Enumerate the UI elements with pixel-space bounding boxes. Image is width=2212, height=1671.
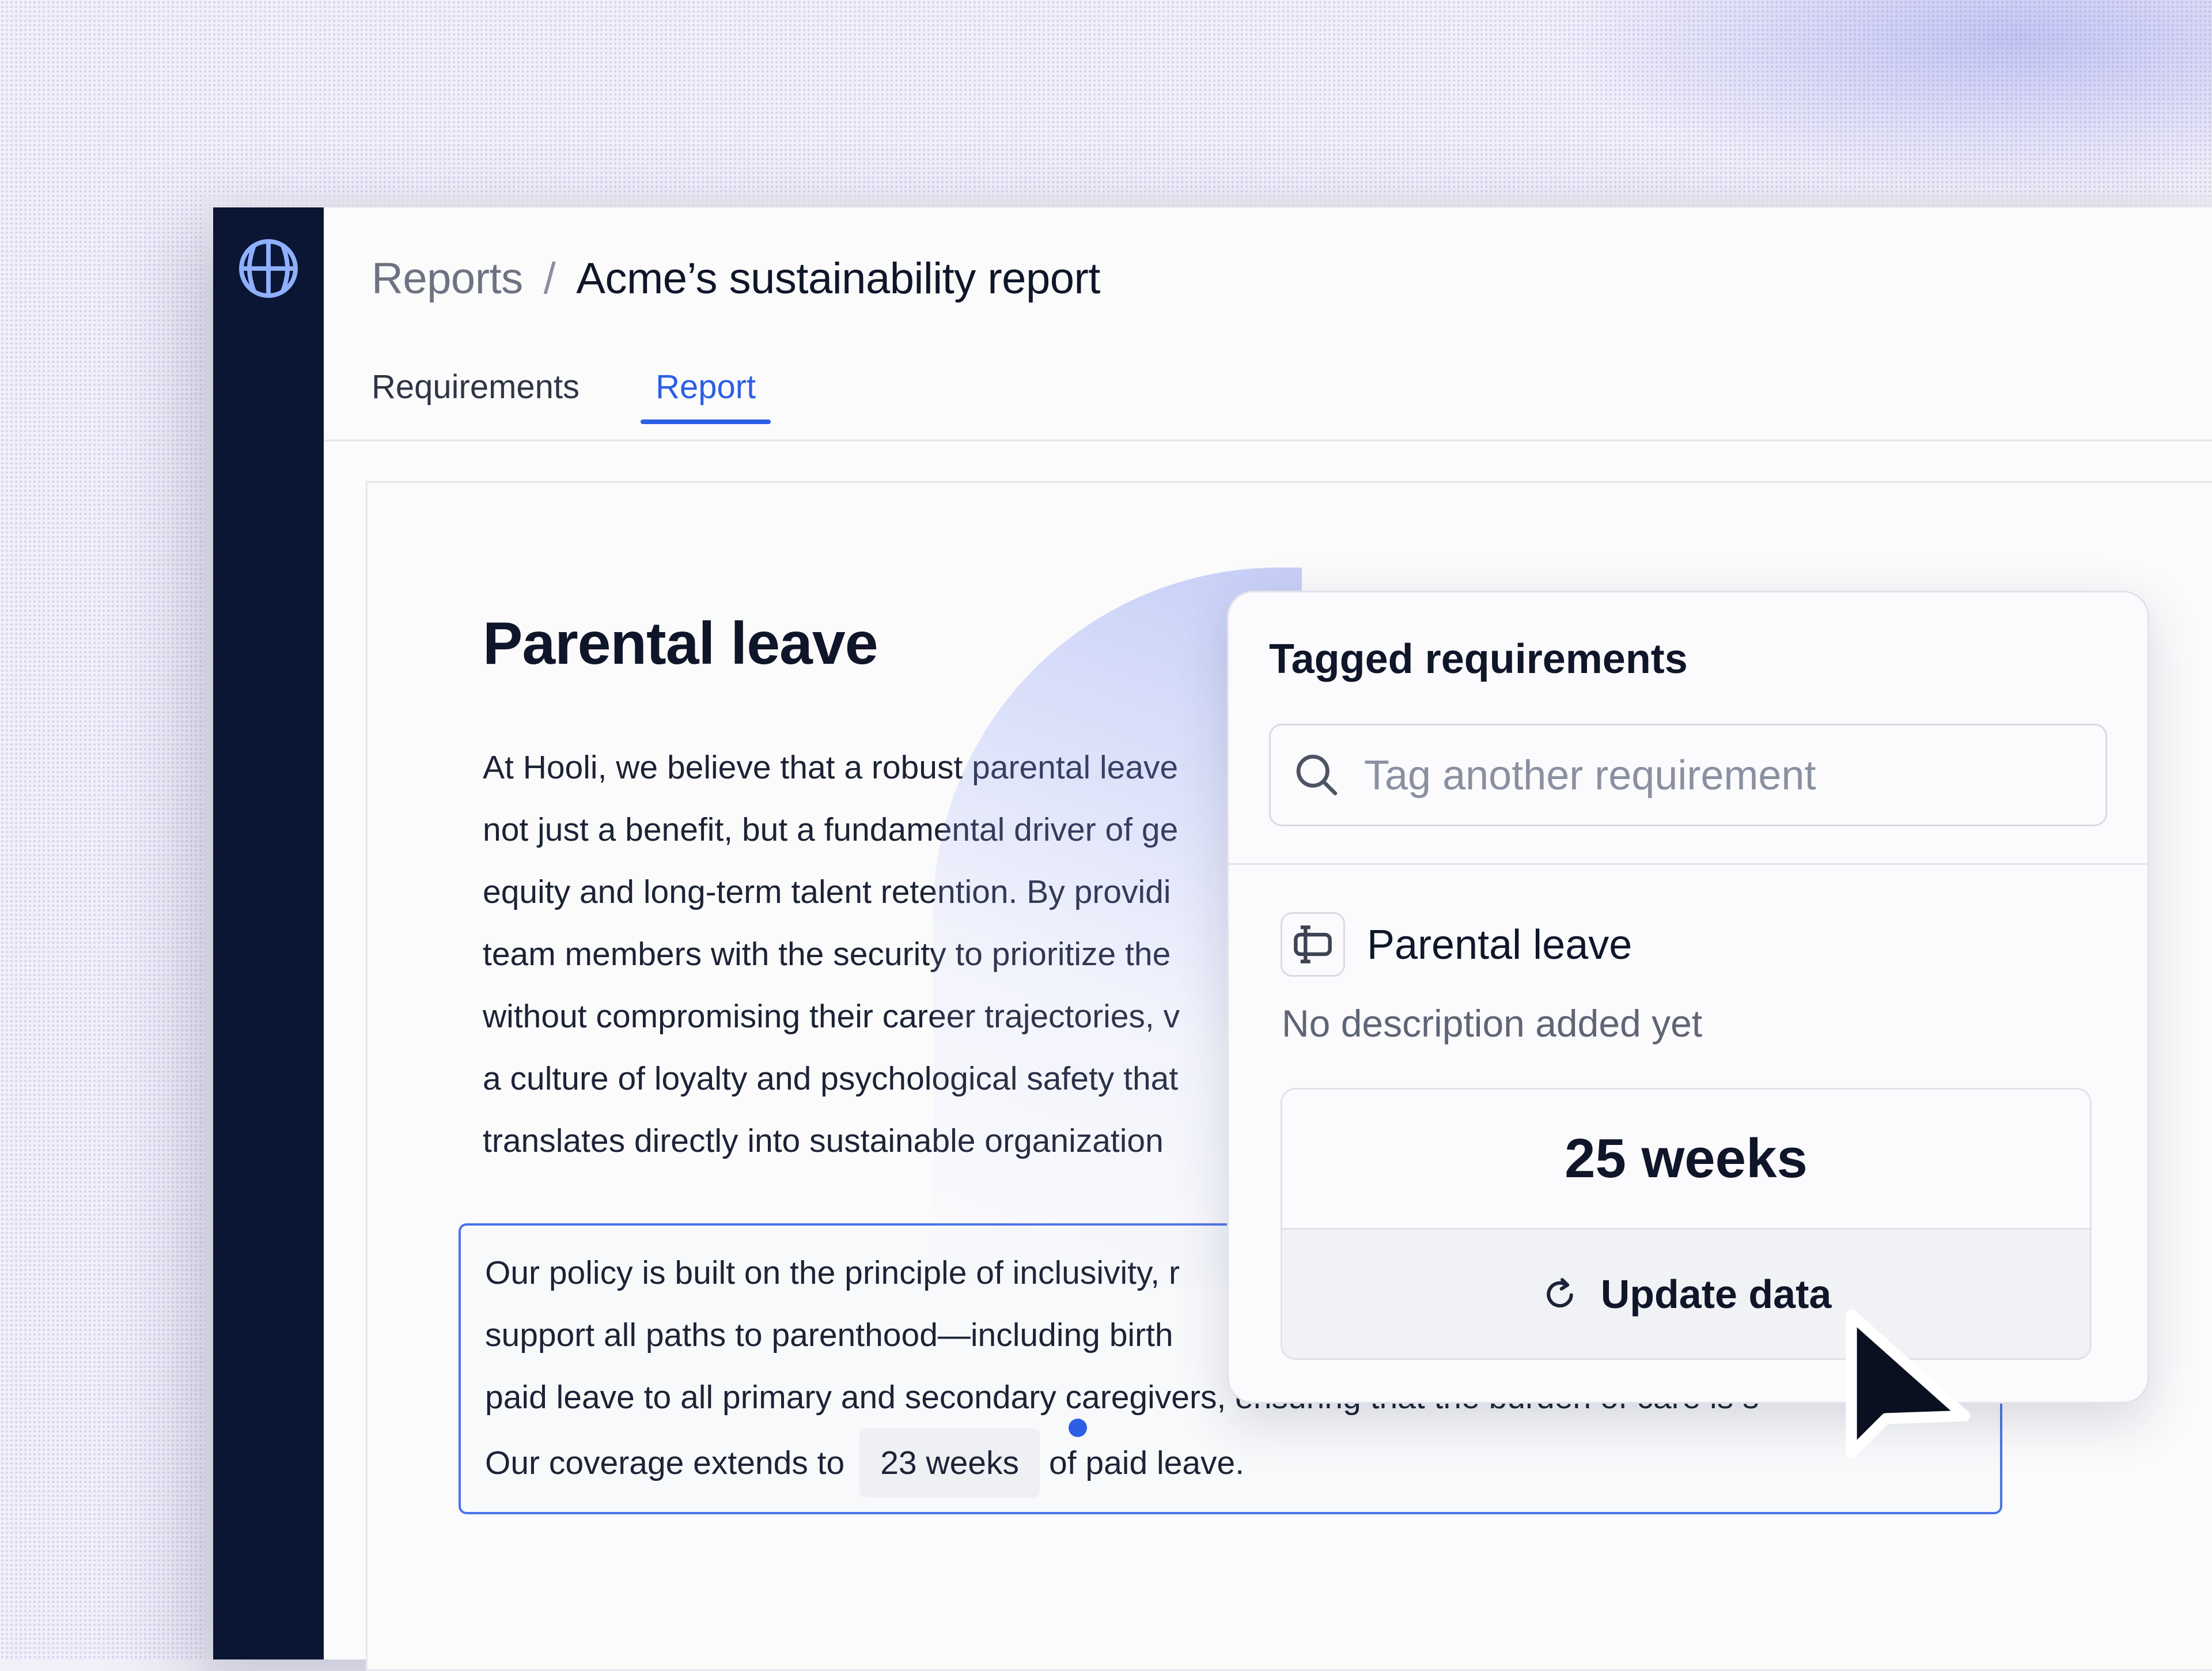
- background-glow: [1555, 0, 2212, 190]
- breadcrumb-separator: /: [543, 254, 556, 303]
- tab-report[interactable]: Report: [641, 357, 771, 424]
- tab-requirements[interactable]: Requirements: [372, 357, 594, 421]
- tagged-requirements-popup: Tagged requirements Parental leave No de…: [1227, 591, 2149, 1404]
- search-field[interactable]: [1269, 724, 2107, 826]
- requirement-tag-icon: [1281, 912, 1345, 977]
- tag-anchor-dot: [1069, 1419, 1087, 1437]
- tagged-data-chip[interactable]: 23 weeks: [859, 1428, 1040, 1498]
- section-title: Parental leave: [483, 610, 878, 677]
- breadcrumb-parent-link[interactable]: Reports: [372, 254, 523, 303]
- search-input[interactable]: [1363, 725, 2091, 826]
- popup-title: Tagged requirements: [1269, 636, 1688, 682]
- tab-bar: Requirements Report: [372, 357, 817, 432]
- refresh-icon: [1546, 1277, 1573, 1307]
- requirement-description: No description added yet: [1282, 1002, 1703, 1045]
- mouse-pointer-icon: [1846, 1309, 1971, 1459]
- coverage-line: Our coverage extends to 23 weeks of paid l…: [485, 1428, 1983, 1498]
- coverage-prefix: Our coverage extends to: [485, 1445, 845, 1481]
- page-title: Acme’s sustainability report: [576, 254, 1100, 303]
- breadcrumb: Reports / Acme’s sustainability report: [372, 254, 1100, 304]
- sidebar-rail: [213, 207, 324, 1659]
- popup-divider: [1229, 863, 2147, 865]
- search-icon: [1296, 754, 1338, 796]
- coverage-suffix: of paid leave.: [1049, 1445, 1245, 1481]
- tab-divider: [324, 440, 2212, 441]
- update-data-label: Update data: [1600, 1271, 1832, 1317]
- globe-logo-icon[interactable]: [236, 236, 301, 301]
- requirement-name[interactable]: Parental leave: [1367, 916, 1632, 974]
- requirement-value: 25 weeks: [1282, 1090, 2090, 1230]
